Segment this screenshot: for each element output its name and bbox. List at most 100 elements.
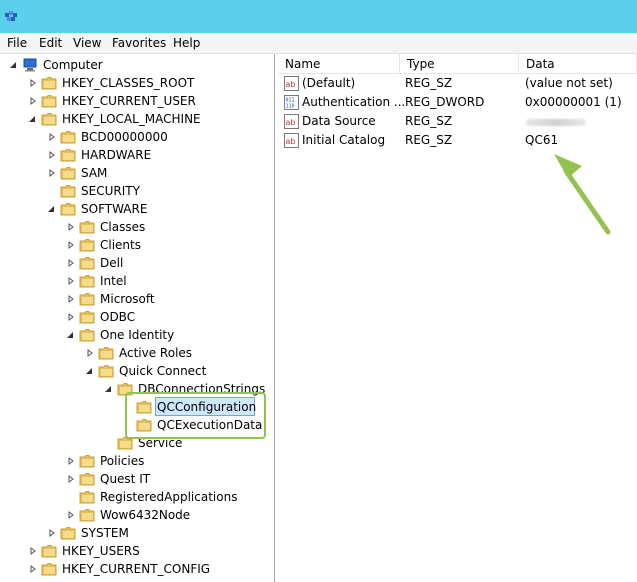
expand-arrow-icon[interactable] — [67, 272, 75, 290]
expand-arrow-icon[interactable] — [48, 128, 56, 146]
title-bar — [0, 0, 637, 33]
folder-icon — [41, 544, 57, 558]
regedit-app-icon[interactable] — [4, 9, 18, 26]
tree-item-label: Policies — [100, 454, 145, 468]
expand-arrow-icon[interactable] — [29, 74, 37, 92]
expand-arrow-icon[interactable] — [67, 308, 75, 326]
folder-icon — [60, 166, 76, 180]
expand-arrow-icon[interactable] — [29, 92, 37, 110]
collapse-arrow-icon[interactable] — [10, 56, 18, 74]
expand-arrow-icon[interactable] — [29, 560, 37, 578]
tree-item-hkey-classes-root[interactable]: HKEY_CLASSES_ROOT — [0, 74, 270, 92]
tree-item-one-identity[interactable]: One Identity — [0, 326, 270, 344]
folder-icon — [41, 112, 57, 126]
tree-item-bcd00000000[interactable]: BCD00000000 — [0, 128, 270, 146]
folder-icon — [60, 130, 76, 144]
tree-item-label: Quick Connect — [119, 364, 207, 378]
expand-arrow-icon[interactable] — [67, 290, 75, 308]
tree-item-label: SYSTEM — [81, 526, 129, 540]
menu-file[interactable]: File — [7, 36, 27, 50]
tree-item-classes[interactable]: Classes — [0, 218, 270, 236]
tree-item-label: HKEY_USERS — [62, 544, 140, 558]
expand-arrow-icon[interactable] — [48, 146, 56, 164]
tree-item-sam[interactable]: SAM — [0, 164, 270, 182]
expand-arrow-icon[interactable] — [67, 236, 75, 254]
tree-item-label: HKEY_CLASSES_ROOT — [62, 76, 195, 90]
tree-item-label: ODBC — [100, 310, 136, 324]
tree-item-label: HARDWARE — [81, 148, 152, 162]
registry-tree-pane[interactable]: Computer HKEY_CLASSES_ROOT HKEY_CURRENT_US… — [0, 54, 275, 582]
tree-item-quick-connect[interactable]: Quick Connect — [0, 362, 270, 380]
annotation-highlight-box — [125, 392, 266, 439]
folder-icon — [79, 310, 95, 324]
collapse-arrow-icon[interactable] — [48, 200, 56, 218]
tree-item-intel[interactable]: Intel — [0, 272, 270, 290]
tree-item-label: BCD00000000 — [81, 130, 168, 144]
expand-arrow-icon[interactable] — [67, 506, 75, 524]
tree-item-label: HKEY_CURRENT_USER — [62, 94, 196, 108]
expand-arrow-icon[interactable] — [67, 452, 75, 470]
tree-item-registeredapplications[interactable]: RegisteredApplications — [0, 488, 270, 506]
folder-icon — [79, 256, 95, 270]
tree-item-label: One Identity — [100, 328, 175, 342]
tree-item-label: Clients — [100, 238, 141, 252]
tree-item-label: Dell — [100, 256, 124, 270]
tree-item-policies[interactable]: Policies — [0, 452, 270, 470]
tree-item-label: Quest IT — [100, 472, 151, 486]
tree-item-security[interactable]: SECURITY — [0, 182, 270, 200]
expand-arrow-icon[interactable] — [48, 524, 56, 542]
collapse-arrow-icon[interactable] — [86, 362, 94, 380]
menu-favorites[interactable]: Favorites — [112, 36, 166, 50]
tree-item-microsoft[interactable]: Microsoft — [0, 290, 270, 308]
expand-arrow-icon[interactable] — [67, 470, 75, 488]
folder-icon — [79, 292, 95, 306]
tree-item-system[interactable]: SYSTEM — [0, 524, 270, 542]
menu-help[interactable]: Help — [173, 36, 200, 50]
expand-arrow-icon[interactable] — [67, 254, 75, 272]
expand-arrow-icon[interactable] — [86, 344, 94, 362]
tree-item-label: RegisteredApplications — [100, 490, 238, 504]
tree-item-label: SAM — [81, 166, 108, 180]
expand-arrow-icon[interactable] — [48, 164, 56, 182]
tree-item-label: Intel — [100, 274, 127, 288]
tree-item-label: HKEY_LOCAL_MACHINE — [62, 112, 201, 126]
tree-item-hkey-current-config[interactable]: HKEY_CURRENT_CONFIG — [0, 560, 270, 578]
folder-icon — [79, 238, 95, 252]
tree-item-clients[interactable]: Clients — [0, 236, 270, 254]
folder-icon — [79, 508, 95, 522]
collapse-arrow-icon[interactable] — [67, 326, 75, 344]
tree-item-dell[interactable]: Dell — [0, 254, 270, 272]
tree-item-computer[interactable]: Computer — [0, 56, 270, 74]
folder-icon — [41, 94, 57, 108]
expand-arrow-icon[interactable] — [67, 218, 75, 236]
tree-item-label: SECURITY — [81, 184, 140, 198]
folder-icon — [79, 490, 95, 504]
folder-icon — [98, 364, 114, 378]
tree-item-label: Classes — [100, 220, 146, 234]
folder-icon — [60, 148, 76, 162]
folder-icon — [79, 220, 95, 234]
tree-item-label: SOFTWARE — [81, 202, 148, 216]
folder-icon — [60, 184, 76, 198]
collapse-arrow-icon[interactable] — [29, 110, 37, 128]
expand-arrow-icon[interactable] — [29, 542, 37, 560]
tree-item-hardware[interactable]: HARDWARE — [0, 146, 270, 164]
computer-icon — [22, 58, 38, 72]
tree-item-label: Wow6432Node — [100, 508, 191, 522]
tree-item-quest-it[interactable]: Quest IT — [0, 470, 270, 488]
tree-item-hkey-users[interactable]: HKEY_USERS — [0, 542, 270, 560]
folder-icon — [79, 274, 95, 288]
tree-item-wow6432node[interactable]: Wow6432Node — [0, 506, 270, 524]
collapse-arrow-icon[interactable] — [105, 380, 113, 398]
menu-edit[interactable]: Edit — [39, 36, 62, 50]
folder-icon — [60, 202, 76, 216]
tree-item-hkey-current-user[interactable]: HKEY_CURRENT_USER — [0, 92, 270, 110]
folder-icon — [79, 472, 95, 486]
registry-values-pane[interactable]: Name Type Data ab (Default) REG_SZ (valu… — [278, 54, 637, 582]
tree-item-odbc[interactable]: ODBC — [0, 308, 270, 326]
menu-bar: File Edit View Favorites Help — [0, 33, 637, 54]
tree-item-software[interactable]: SOFTWARE — [0, 200, 270, 218]
tree-item-hkey-local-machine[interactable]: HKEY_LOCAL_MACHINE — [0, 110, 270, 128]
tree-item-active-roles[interactable]: Active Roles — [0, 344, 270, 362]
menu-view[interactable]: View — [73, 36, 101, 50]
